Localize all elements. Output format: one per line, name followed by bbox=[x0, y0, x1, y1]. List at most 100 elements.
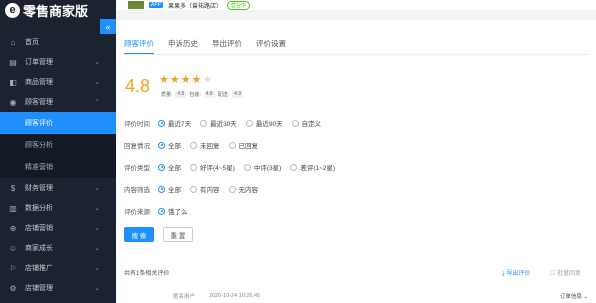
chevron-down-icon: ⌄ bbox=[94, 245, 100, 252]
search-button[interactable]: 搜 索 bbox=[124, 227, 154, 242]
radio-icon bbox=[158, 185, 165, 193]
radio-type-all[interactable]: 全部 bbox=[158, 162, 181, 172]
radio-icon bbox=[228, 141, 236, 149]
radio-unreplied[interactable]: 未回复 bbox=[190, 140, 220, 150]
gear-icon: ⚙ bbox=[9, 283, 17, 293]
reset-button[interactable]: 重 置 bbox=[163, 227, 193, 242]
radio-eleme[interactable]: 饿了么 bbox=[158, 206, 188, 216]
flag-icon: ⚐ bbox=[9, 263, 17, 273]
radio-label: 差评(1~2星) bbox=[300, 165, 336, 172]
radio-label: 全部 bbox=[168, 187, 181, 194]
filter-source: 评价来源 饿了么 bbox=[124, 206, 197, 216]
sub-score-label: 质量: bbox=[161, 92, 173, 98]
sidebar-subitem-marketing[interactable]: 精准营销 bbox=[0, 156, 116, 178]
score-value: 4.8 bbox=[125, 76, 151, 96]
radio-icon bbox=[200, 119, 208, 127]
review-time: 2020-10-24 10:26:45 bbox=[209, 292, 261, 299]
rating-stars: ★★★★★ bbox=[159, 73, 213, 86]
tab-export[interactable]: 导出评价 bbox=[212, 31, 242, 54]
radio-negative[interactable]: 差评(1~2星) bbox=[290, 162, 335, 172]
radio-icon bbox=[243, 163, 251, 171]
sidebar-item-products[interactable]: ◧ 商品管理 ⌄ bbox=[0, 72, 116, 92]
sidebar-item-promo[interactable]: ⊕ 店铺营销 ⌄ bbox=[0, 218, 116, 238]
radio-positive[interactable]: 好评(4~5星) bbox=[190, 162, 235, 172]
sub-score-value: 4.9 bbox=[232, 91, 244, 98]
filter-label: 评价来源 bbox=[124, 209, 150, 216]
radio-last-90-days[interactable]: 最近90天 bbox=[245, 118, 283, 128]
sidebar-item-ads[interactable]: ⚐ 店铺推广 ⌄ bbox=[0, 258, 116, 278]
sidebar-item-label: 店铺管理 bbox=[25, 285, 53, 292]
radio-icon bbox=[291, 119, 299, 127]
sidebar-item-label: 商品管理 bbox=[25, 79, 53, 86]
sidebar-item-customers[interactable]: ◉ 顾客管理 ⌃ bbox=[0, 92, 116, 112]
store-name[interactable]: 果果多（曾祐路店） bbox=[168, 1, 222, 10]
order-info-toggle[interactable]: 订单信息 ⌄ bbox=[560, 292, 588, 300]
chevron-down-icon: ⌄ bbox=[94, 59, 100, 66]
sidebar-subitem-reviews[interactable]: 顾客评价 bbox=[0, 112, 116, 134]
filter-reply: 回复情况 全部 未回复 已回复 bbox=[124, 140, 267, 150]
main-panel: 顾客评价 申诉历史 导出评价 评价设置 4.8 ★★★★★ 质量: 4.8 包装:… bbox=[116, 20, 596, 303]
chevron-down-icon: ⌄ bbox=[94, 225, 100, 232]
radio-has-content[interactable]: 有内容 bbox=[190, 184, 220, 194]
tab-appeal-history[interactable]: 申诉历史 bbox=[168, 31, 198, 54]
star-icon: ★ bbox=[159, 74, 170, 86]
tab-reviews[interactable]: 顾客评价 bbox=[124, 31, 154, 54]
order-icon: ▤ bbox=[9, 57, 17, 67]
topbar: APP 果果多（曾祐路店） 营业中 bbox=[116, 0, 596, 10]
sub-score-label: 包装: bbox=[189, 92, 201, 98]
radio-neutral[interactable]: 中评(3星) bbox=[243, 162, 282, 172]
sidebar-item-growth[interactable]: ☺ 商家成长 ⌄ bbox=[0, 238, 116, 258]
home-icon: ⌂ bbox=[10, 37, 16, 47]
sidebar-item-label: 订单管理 bbox=[25, 59, 53, 66]
radio-content-all[interactable]: 全部 bbox=[158, 184, 181, 194]
filter-time: 评价时间 最近7天 最近30天 最近90天 自定义 bbox=[124, 118, 330, 128]
radio-label: 中评(3星) bbox=[253, 165, 282, 172]
customer-icon: ◉ bbox=[9, 97, 17, 107]
filter-content: 内容筛选 全部 有内容 无内容 bbox=[124, 184, 267, 194]
radio-icon bbox=[158, 141, 165, 149]
chevron-down-icon: ⌄ bbox=[94, 265, 100, 272]
sub-score-value: 4.8 bbox=[175, 91, 187, 98]
radio-icon bbox=[245, 119, 253, 127]
radio-icon bbox=[228, 185, 236, 193]
review-row-header: 匿名用户 2020-10-24 10:26:45 订单信息 ⌄ bbox=[116, 288, 596, 303]
brand-title: 零售商家版 bbox=[23, 3, 89, 19]
export-reviews-button[interactable]: ⤓ 导出评价 bbox=[502, 268, 530, 278]
chevron-up-icon: ⌃ bbox=[94, 99, 100, 106]
sub-score-label: 配送: bbox=[217, 92, 230, 98]
sidebar-item-label: 店铺营销 bbox=[25, 225, 53, 232]
chevron-down-icon: ⌄ bbox=[94, 185, 100, 192]
sub-scores: 质量: 4.8 包装: 4.8 配送: 4.9 bbox=[161, 91, 244, 98]
radio-last-7-days[interactable]: 最近7天 bbox=[158, 118, 191, 128]
radio-custom[interactable]: 自定义 bbox=[291, 118, 321, 128]
sidebar-item-finance[interactable]: $ 财务管理 ⌄ bbox=[0, 178, 116, 198]
radio-label: 好评(4~5星) bbox=[200, 165, 235, 172]
star-icon: ★ bbox=[169, 74, 181, 86]
radio-reply-all[interactable]: 全部 bbox=[158, 140, 181, 150]
chevron-down-icon: ⌄ bbox=[94, 285, 100, 292]
sidebar-item-label: 财务管理 bbox=[25, 185, 53, 192]
sub-score-value: 4.8 bbox=[203, 91, 215, 98]
sidebar-item-data[interactable]: ▥ 数据分析 ⌄ bbox=[0, 198, 116, 218]
radio-label: 饿了么 bbox=[168, 209, 188, 216]
star-icon: ★ bbox=[180, 74, 192, 86]
star-empty-icon: ★ bbox=[202, 74, 214, 86]
batch-reply-button[interactable]: ☐ 批量回复 bbox=[550, 268, 581, 277]
sidebar-item-home[interactable]: ⌂ 首页 bbox=[0, 32, 116, 52]
sidebar: e 零售商家版 « ⌂ 首页 ▤ 订单管理 ⌄ ◧ 商品管理 ⌄ ◉ 顾客管理 ⌃ 顾客评价 … bbox=[0, 0, 116, 303]
sidebar-item-label: 商家成长 bbox=[25, 245, 53, 252]
finance-icon: $ bbox=[10, 183, 16, 193]
radio-last-30-days[interactable]: 最近30天 bbox=[200, 118, 237, 128]
sidebar-subitem-analysis[interactable]: 顾客分析 bbox=[0, 134, 116, 156]
radio-label: 已回复 bbox=[238, 143, 259, 150]
radio-no-content[interactable]: 无内容 bbox=[228, 184, 259, 194]
radio-label: 无内容 bbox=[238, 187, 259, 194]
sidebar-item-orders[interactable]: ▤ 订单管理 ⌄ bbox=[0, 52, 116, 72]
brand-logo: e bbox=[5, 2, 20, 18]
result-count: 共有1条相关评价 bbox=[124, 271, 170, 277]
radio-replied[interactable]: 已回复 bbox=[228, 140, 259, 150]
brand: e 零售商家版 bbox=[0, 0, 116, 20]
tab-settings[interactable]: 评价设置 bbox=[256, 31, 286, 54]
radio-icon bbox=[158, 207, 165, 215]
sidebar-item-store[interactable]: ⚙ 店铺管理 ⌄ bbox=[0, 278, 116, 298]
